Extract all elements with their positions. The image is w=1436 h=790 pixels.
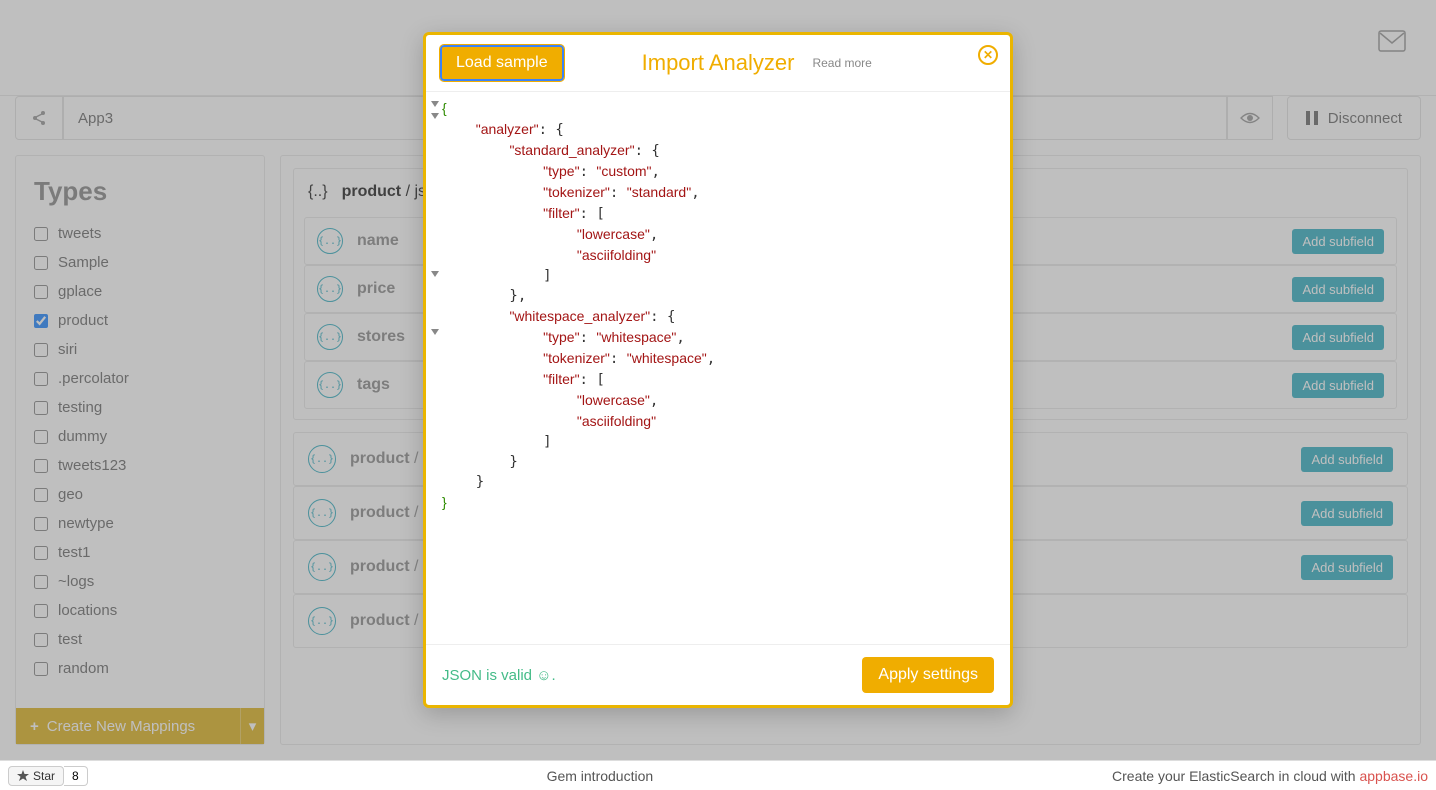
apply-settings-button[interactable]: Apply settings — [862, 657, 994, 693]
fold-gutter[interactable] — [428, 98, 442, 638]
star-icon — [17, 770, 29, 782]
footer-center-link[interactable]: Gem introduction — [88, 768, 1112, 784]
footer-right: Create your ElasticSearch in cloud with … — [1112, 768, 1428, 784]
star-count: 8 — [64, 766, 88, 786]
code-editor[interactable]: { "analyzer": { "standard_analyzer": { "… — [426, 91, 1010, 644]
import-analyzer-modal: Load sample Import Analyzer Read more ✕ … — [423, 32, 1013, 708]
close-icon[interactable]: ✕ — [978, 45, 998, 65]
validation-message: JSON is valid ☺. — [442, 667, 556, 684]
modal-title: Import Analyzer — [642, 50, 795, 76]
appbase-link[interactable]: appbase.io — [1359, 768, 1428, 784]
read-more-link[interactable]: Read more — [812, 56, 871, 70]
footer: Star 8 Gem introduction Create your Elas… — [0, 760, 1436, 790]
code-content[interactable]: { "analyzer": { "standard_analyzer": { "… — [442, 98, 1000, 638]
github-star-button[interactable]: Star — [8, 766, 64, 786]
load-sample-button[interactable]: Load sample — [440, 45, 564, 81]
